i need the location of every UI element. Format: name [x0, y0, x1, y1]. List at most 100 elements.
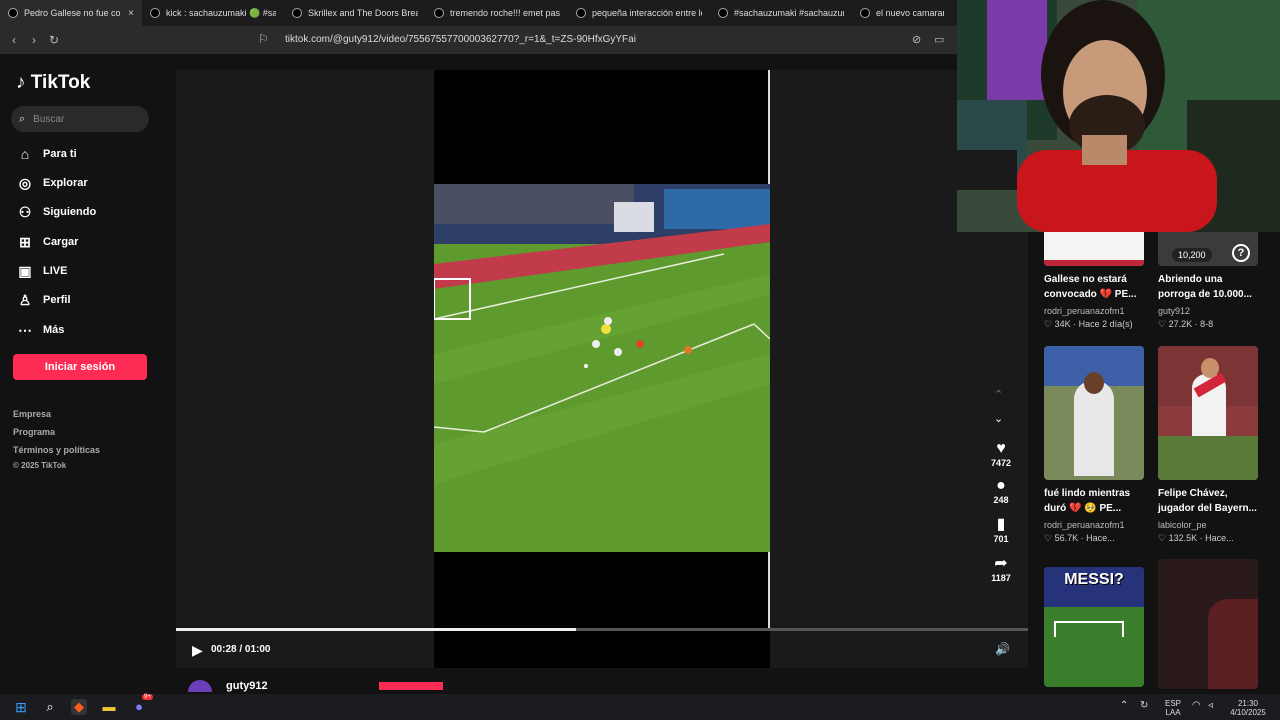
search-placeholder: Buscar: [33, 113, 65, 125]
browser-tab[interactable]: Skrillex and The Doors Breakn: [284, 0, 426, 26]
profile-icon: ♙: [18, 291, 32, 308]
upload-icon: ⊞: [19, 233, 31, 250]
clock-date: 4/10/2025: [1230, 708, 1266, 717]
url-field[interactable]: tiktok.com/@guty912/video/75567557700003…: [285, 34, 636, 45]
windows-start-icon[interactable]: ⊞: [13, 699, 29, 715]
copyright: © 2025 TikTok: [13, 461, 67, 470]
nav-label: LIVE: [43, 265, 68, 277]
nav-item-para-ti[interactable]: ⌂ Para ti: [16, 143, 77, 165]
card-author: guty912: [1158, 306, 1191, 316]
video-content[interactable]: [434, 184, 770, 552]
card-title: Abriendo una porroga de 10.000...: [1158, 274, 1252, 300]
video-player: ▶ 00:28 / 01:00 🔊: [176, 70, 1028, 668]
tab-title: Skrillex and The Doors Breakn: [308, 8, 418, 18]
card-author: labicolor_pe: [1158, 520, 1207, 530]
tiktok-favicon-icon: [434, 8, 444, 18]
card-title: fué lindo mientras duró 💔 🥺 PE...: [1044, 488, 1131, 514]
share-count: 1187: [991, 573, 1011, 583]
discord-icon[interactable]: ●: [131, 699, 147, 715]
tiktok-logo[interactable]: ♪ TikTok: [16, 72, 90, 94]
video-card[interactable]: [1158, 559, 1258, 689]
more-icon: ⋯: [18, 321, 32, 338]
question-icon: ?: [1232, 244, 1250, 262]
author-name[interactable]: guty912: [226, 680, 268, 692]
card-stats: ♡ 27.2K · 8-8: [1158, 319, 1214, 329]
footer-link-programa[interactable]: Programa: [13, 427, 55, 437]
share-icon[interactable]: ➦: [990, 553, 1012, 573]
follow-button[interactable]: [379, 682, 443, 690]
nav-item-siguiendo[interactable]: ⚇ Siguiendo: [16, 201, 96, 223]
time-display: 00:28 / 01:00: [211, 644, 271, 655]
home-icon: ⌂: [20, 146, 30, 162]
bookmark-icon[interactable]: ⚐: [258, 32, 269, 46]
browser-tab[interactable]: #sachauzumaki #sachauzumak: [710, 0, 852, 26]
nav-label: Cargar: [43, 236, 79, 248]
nav-label: Perfil: [43, 294, 71, 306]
nav-item-cargar[interactable]: ⊞ Cargar: [16, 231, 78, 253]
sync-icon[interactable]: ↻: [1140, 701, 1148, 711]
reader-off-icon[interactable]: ⊘: [912, 33, 921, 46]
nav-item-mas[interactable]: ⋯ Más: [16, 319, 64, 341]
volume-icon[interactable]: 🔊: [995, 642, 1010, 656]
lang-layout: LAA: [1165, 708, 1181, 717]
following-icon: ⚇: [18, 203, 32, 220]
tab-title: kick : sachauzumaki 🟢 #sa: [166, 7, 276, 18]
browser-tab[interactable]: pequeña interacción entre los: [568, 0, 710, 26]
footer-link-empresa[interactable]: Empresa: [13, 409, 51, 419]
previous-video-icon[interactable]: ⌃: [994, 388, 1003, 401]
nav-item-live[interactable]: ▣ LIVE: [16, 260, 67, 282]
card-author: rodri_peruanazofm1: [1044, 306, 1125, 316]
tray-chevron-icon[interactable]: ⌃: [1120, 701, 1128, 711]
clock[interactable]: 21:30 4/10/2025: [1226, 699, 1270, 717]
brave-browser-icon[interactable]: ◆: [71, 699, 87, 715]
video-card[interactable]: fué lindo mientras duró 💔 🥺 PE... rodri_…: [1044, 346, 1144, 544]
tab-title: #sachauzumaki #sachauzumak: [734, 8, 844, 18]
file-explorer-icon[interactable]: ▬: [101, 699, 117, 715]
video-card[interactable]: MESSI?: [1044, 567, 1144, 687]
nav-item-perfil[interactable]: ♙ Perfil: [16, 289, 71, 311]
video-thumbnail: [1158, 346, 1258, 480]
reload-icon[interactable]: ↻: [44, 33, 64, 47]
tab-title: Pedro Gallese no fue co: [24, 8, 121, 18]
notification-badge: 9+: [142, 694, 153, 700]
tiktok-favicon-icon: [150, 8, 160, 18]
play-icon[interactable]: ▶: [192, 642, 203, 659]
next-video-icon[interactable]: ⌄: [994, 412, 1003, 425]
forward-icon[interactable]: ›: [24, 33, 44, 47]
lang-code: ESP: [1164, 699, 1181, 708]
search-icon: ⌕: [19, 112, 26, 125]
search-input[interactable]: ⌕ Buscar: [11, 106, 149, 132]
search-icon[interactable]: ⌕: [42, 699, 58, 715]
wifi-icon[interactable]: ◠: [1192, 701, 1201, 711]
nav-item-explorar[interactable]: ◎ Explorar: [16, 172, 88, 194]
comment-icon[interactable]: ●: [990, 477, 1012, 495]
language-indicator[interactable]: ESP LAA: [1161, 699, 1185, 717]
login-button[interactable]: Iniciar sesión: [13, 354, 147, 380]
footer-link-terminos[interactable]: Términos y políticas: [13, 445, 100, 455]
live-icon: ▣: [18, 262, 32, 279]
browser-tab[interactable]: tremendo roche!!! emet pasa d: [426, 0, 568, 26]
nav-label: Para ti: [43, 148, 77, 160]
video-thumbnail: MESSI?: [1044, 567, 1144, 687]
nav-label: Siguiendo: [43, 206, 97, 218]
address-bar: ‹ › ↻ ⚐ tiktok.com/@guty912/video/755675…: [0, 26, 958, 54]
windows-taskbar: ⊞ ⌕ ◆ ▬ ● 9+ ⌃ ↻ ESP LAA ◠ ◃ 21:30 4/10/…: [0, 694, 1280, 720]
progress-fill: [176, 628, 577, 631]
like-icon[interactable]: ♥: [990, 440, 1012, 458]
browser-tab[interactable]: kick : sachauzumaki 🟢 #sa: [142, 0, 284, 26]
tiktok-favicon-icon: [860, 8, 870, 18]
browser-tab[interactable]: Pedro Gallese no fue co ×: [0, 0, 142, 26]
avatar[interactable]: [188, 680, 212, 692]
browser-tab[interactable]: el nuevo camaraman: [852, 0, 952, 26]
progress-bar[interactable]: [176, 628, 1028, 631]
window-icon[interactable]: ▭: [934, 33, 944, 46]
card-title: Felipe Chávez, jugador del Bayern...: [1158, 488, 1257, 514]
video-card[interactable]: Felipe Chávez, jugador del Bayern... lab…: [1158, 346, 1258, 544]
close-tab-icon[interactable]: ×: [128, 8, 134, 19]
tab-title: pequeña interacción entre los: [592, 8, 702, 18]
bookmark-icon[interactable]: ▮: [990, 514, 1012, 534]
back-icon[interactable]: ‹: [4, 33, 24, 47]
like-count: 7472: [990, 458, 1012, 468]
video-thumbnail: [1044, 346, 1144, 480]
speaker-icon[interactable]: ◃: [1208, 701, 1213, 711]
